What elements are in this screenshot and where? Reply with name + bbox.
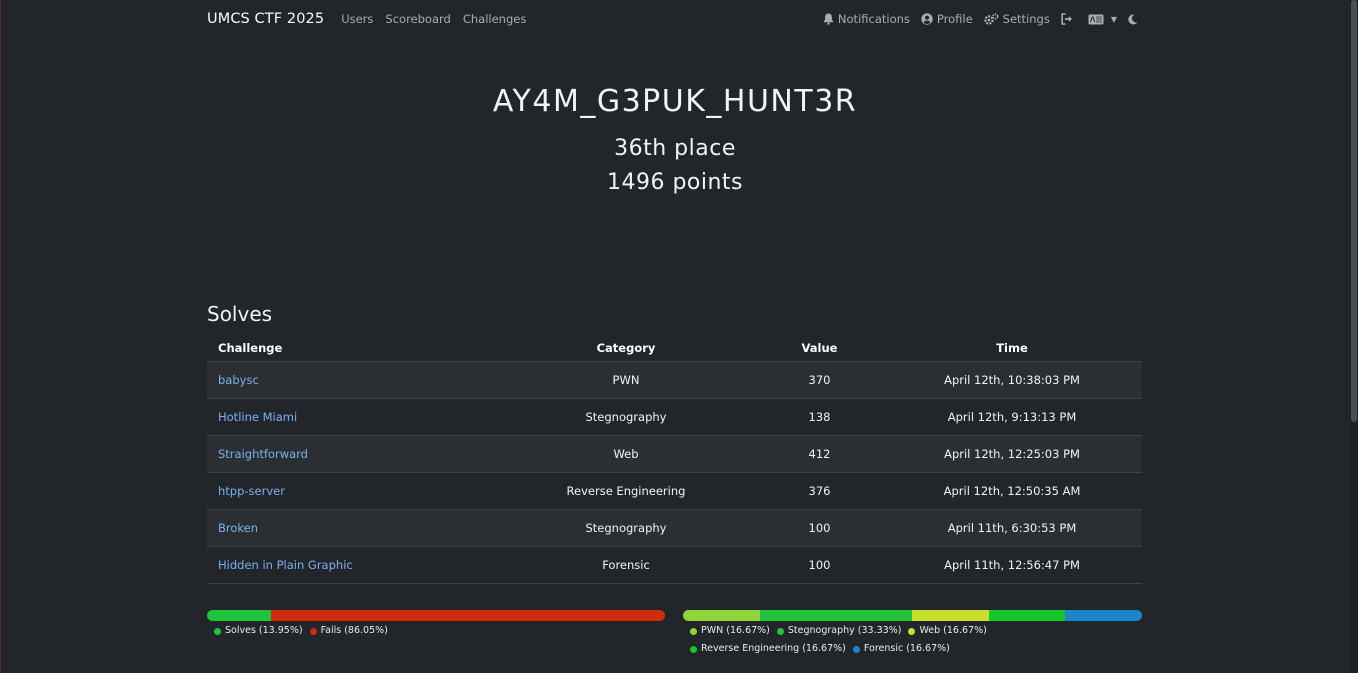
logout-link[interactable] [1061, 13, 1077, 25]
legend-label: Web (16.67%) [919, 625, 987, 636]
legend-entry[interactable]: Web (16.67%) [908, 622, 987, 640]
challenge-link[interactable]: Straightforward [218, 447, 308, 461]
category-cell: Web [495, 435, 757, 473]
solve-percentage-bar[interactable] [207, 610, 665, 621]
brand-link[interactable]: UMCS CTF 2025 [207, 11, 324, 27]
solves-table: Challenge Category Value Time babysc PWN… [207, 334, 1142, 584]
legend-label: Solves (13.95%) [225, 625, 303, 636]
category-segment[interactable] [988, 610, 1066, 621]
legend-dot-icon [852, 645, 860, 653]
legend-dot-icon [309, 627, 317, 635]
sign-out-icon [1061, 13, 1072, 25]
table-row: Hidden in Plain Graphic Forensic 100 Apr… [207, 546, 1142, 584]
challenge-link[interactable]: Broken [218, 521, 258, 535]
value-cell: 412 [757, 435, 882, 473]
settings-label: Settings [1002, 12, 1050, 26]
theme-toggle[interactable] [1128, 13, 1142, 25]
solve-percentage-legend: Solves (13.95%) Fails (86.05%) [214, 622, 664, 640]
time-cell: April 11th, 6:30:53 PM [882, 509, 1142, 547]
legend-entry[interactable]: Fails (86.05%) [309, 622, 388, 640]
category-cell: Stegnography [495, 509, 757, 547]
value-cell: 370 [757, 361, 882, 399]
legend-dot-icon [690, 627, 697, 635]
language-dropdown[interactable]: ▼ [1088, 14, 1117, 25]
navbar: UMCS CTF 2025 Users Scoreboard Challenge… [207, 0, 1142, 38]
column-header-time[interactable]: Time [882, 334, 1142, 362]
challenge-link[interactable]: babysc [218, 373, 259, 387]
value-cell: 138 [757, 398, 882, 436]
category-cell: Reverse Engineering [495, 472, 757, 510]
table-row: Broken Stegnography 100 April 11th, 6:30… [207, 509, 1142, 547]
time-cell: April 12th, 12:50:35 AM [882, 472, 1142, 510]
time-cell: April 12th, 12:25:03 PM [882, 435, 1142, 473]
category-cell: PWN [495, 361, 757, 399]
legend-label: PWN (16.67%) [701, 625, 770, 636]
language-icon [1088, 14, 1104, 24]
legend-entry[interactable]: PWN (16.67%) [690, 622, 770, 640]
category-segment[interactable] [912, 610, 989, 621]
category-segment[interactable] [759, 610, 913, 621]
legend-label: Forensic (16.67%) [863, 643, 950, 654]
nav-link-users[interactable]: Users [341, 12, 373, 26]
solve-segment[interactable] [270, 610, 665, 621]
profile-label: Profile [936, 12, 973, 26]
table-row: Straightforward Web 412 April 12th, 12:2… [207, 435, 1142, 473]
value-cell: 100 [757, 546, 882, 584]
challenge-link[interactable]: Hotline Miami [218, 410, 297, 424]
team-points: 1496 points [606, 170, 744, 195]
legend-dot-icon [776, 627, 784, 635]
notifications-link[interactable]: Notifications [823, 12, 910, 26]
team-place: 36th place [614, 136, 736, 161]
category-segment[interactable] [683, 610, 760, 621]
user-circle-icon [921, 13, 933, 25]
legend-dot-icon [214, 627, 221, 635]
scrollbar-thumb[interactable] [1351, 0, 1357, 422]
gears-icon [983, 13, 999, 25]
scrollbar[interactable] [1350, 0, 1358, 673]
table-row: htpp-server Reverse Engineering 376 Apri… [207, 472, 1142, 510]
settings-link[interactable]: Settings [983, 12, 1050, 26]
solve-segment[interactable] [207, 610, 271, 621]
legend-entry[interactable]: Solves (13.95%) [214, 622, 303, 640]
legend-entry[interactable]: Reverse Engineering (16.67%) [690, 640, 846, 658]
time-cell: April 11th, 12:56:47 PM [882, 546, 1142, 584]
chevron-down-icon: ▼ [1110, 14, 1117, 24]
legend-label: Reverse Engineering (16.67%) [701, 643, 846, 654]
column-header-challenge[interactable]: Challenge [207, 334, 495, 362]
solves-heading: Solves [207, 302, 273, 326]
moon-icon [1128, 13, 1138, 24]
challenge-link[interactable]: Hidden in Plain Graphic [218, 558, 353, 572]
category-cell: Forensic [495, 546, 757, 584]
legend-dot-icon [690, 645, 697, 653]
legend-label: Fails (86.05%) [320, 625, 388, 636]
category-segment[interactable] [1065, 610, 1142, 621]
category-breakdown-legend: PWN (16.67%) Stegnography (33.33%) Web (16… [690, 622, 1142, 658]
legend-entry[interactable]: Forensic (16.67%) [852, 640, 950, 658]
column-header-value[interactable]: Value [757, 334, 882, 362]
profile-link[interactable]: Profile [921, 12, 973, 26]
challenge-link[interactable]: htpp-server [218, 484, 285, 498]
category-breakdown-bar[interactable] [683, 610, 1142, 621]
nav-link-challenges[interactable]: Challenges [463, 12, 527, 26]
time-cell: April 12th, 10:38:03 PM [882, 361, 1142, 399]
team-name: AY4M_G3PUK_HUNT3R [492, 84, 858, 119]
nav-link-scoreboard[interactable]: Scoreboard [385, 12, 450, 26]
value-cell: 376 [757, 472, 882, 510]
table-row: Hotline Miami Stegnography 138 April 12t… [207, 398, 1142, 436]
navbar-right: Notifications Profile Settings ▼ [812, 12, 1142, 26]
time-cell: April 12th, 9:13:13 PM [882, 398, 1142, 436]
category-cell: Stegnography [495, 398, 757, 436]
legend-dot-icon [908, 627, 916, 635]
bell-icon [823, 13, 834, 25]
column-header-category[interactable]: Category [495, 334, 757, 362]
notifications-label: Notifications [837, 12, 910, 26]
table-row: babysc PWN 370 April 12th, 10:38:03 PM [207, 361, 1142, 399]
legend-label: Stegnography (33.33%) [787, 625, 902, 636]
legend-entry[interactable]: Stegnography (33.33%) [776, 622, 902, 640]
table-header-row: Challenge Category Value Time [207, 334, 1142, 362]
value-cell: 100 [757, 509, 882, 547]
